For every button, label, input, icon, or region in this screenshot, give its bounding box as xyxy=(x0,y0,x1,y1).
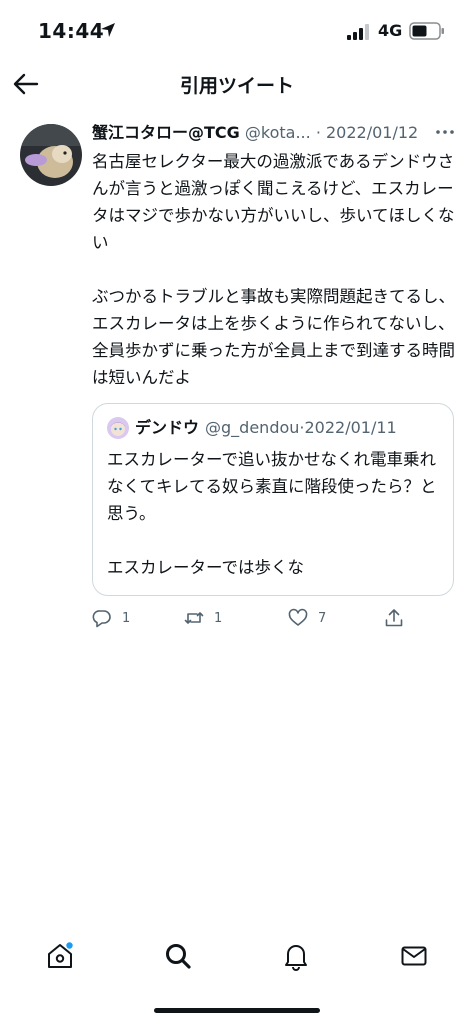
tab-bar xyxy=(0,930,474,980)
reply-icon xyxy=(92,610,111,628)
network-type: 4G xyxy=(378,21,403,40)
home-icon xyxy=(48,942,73,968)
quoted-tweet-header: デンドウ @g_dendou · 2022/01/11 xyxy=(107,416,441,440)
share-icon xyxy=(385,609,403,627)
reply-count: 1 xyxy=(122,610,131,626)
quoted-tweet[interactable]: デンドウ @g_dendou · 2022/01/11 エスカレーターで追い抜か… xyxy=(92,403,454,596)
notifications-icon xyxy=(285,945,307,971)
retweet-button[interactable]: 1 xyxy=(184,608,288,628)
messages-icon xyxy=(401,946,427,966)
home-indicator xyxy=(154,1008,320,1013)
like-count: 7 xyxy=(318,610,327,626)
quoted-tweet-text: エスカレーターで追い抜かせなくれ電車乗れなくてキレてる奴ら素直に階段使ったら？と… xyxy=(107,450,437,577)
tweet-date[interactable]: 2022/01/12 xyxy=(326,123,418,142)
quoted-avatar xyxy=(107,417,129,439)
cellular-signal-icon xyxy=(347,24,369,40)
user-handle[interactable]: @kota... xyxy=(245,123,311,142)
like-button[interactable]: 7 xyxy=(288,608,384,628)
quoted-avatar-icon xyxy=(107,417,129,439)
quoted-handle: @g_dendou xyxy=(205,418,300,437)
tab-notifications[interactable] xyxy=(276,936,316,976)
share-button[interactable] xyxy=(384,608,404,628)
status-bar: 14:44 4G xyxy=(0,0,474,62)
battery-icon xyxy=(409,22,444,40)
page-title: 引用ツイート xyxy=(179,75,294,97)
tweet-header: 蟹江コタロー@TCG @kota... · 2022/01/12 xyxy=(92,120,456,146)
tab-search[interactable] xyxy=(158,936,198,976)
retweet-icon xyxy=(184,612,204,624)
reply-button[interactable]: 1 xyxy=(92,608,184,628)
tweet-content: 蟹江コタロー@TCG @kota... · 2022/01/12 名古屋セレクタ… xyxy=(92,120,456,634)
avatar[interactable] xyxy=(20,124,82,186)
separator-dot: · xyxy=(315,123,321,142)
tweet-text: 名古屋セレクター最大の過激派であるデンドウさんが言うと過激っぽく聞こえるけど、エ… xyxy=(92,152,455,387)
heart-icon xyxy=(288,608,308,626)
tab-home[interactable] xyxy=(40,936,80,976)
search-icon xyxy=(166,944,191,969)
status-time: 14:44 xyxy=(38,19,105,43)
tab-messages[interactable] xyxy=(394,936,434,976)
more-options-icon[interactable] xyxy=(434,124,456,140)
avatar-photo-icon xyxy=(20,124,82,186)
nav-bar: 引用ツイート xyxy=(0,62,474,106)
quoted-date: 2022/01/11 xyxy=(304,418,397,437)
location-arrow-icon xyxy=(101,23,115,37)
notification-dot xyxy=(66,942,73,949)
display-name[interactable]: 蟹江コタロー@TCG xyxy=(92,123,240,142)
quoted-display-name: デンドウ xyxy=(135,418,200,437)
retweet-count: 1 xyxy=(214,610,223,626)
tweet-actions: 1 1 7 xyxy=(92,602,456,634)
